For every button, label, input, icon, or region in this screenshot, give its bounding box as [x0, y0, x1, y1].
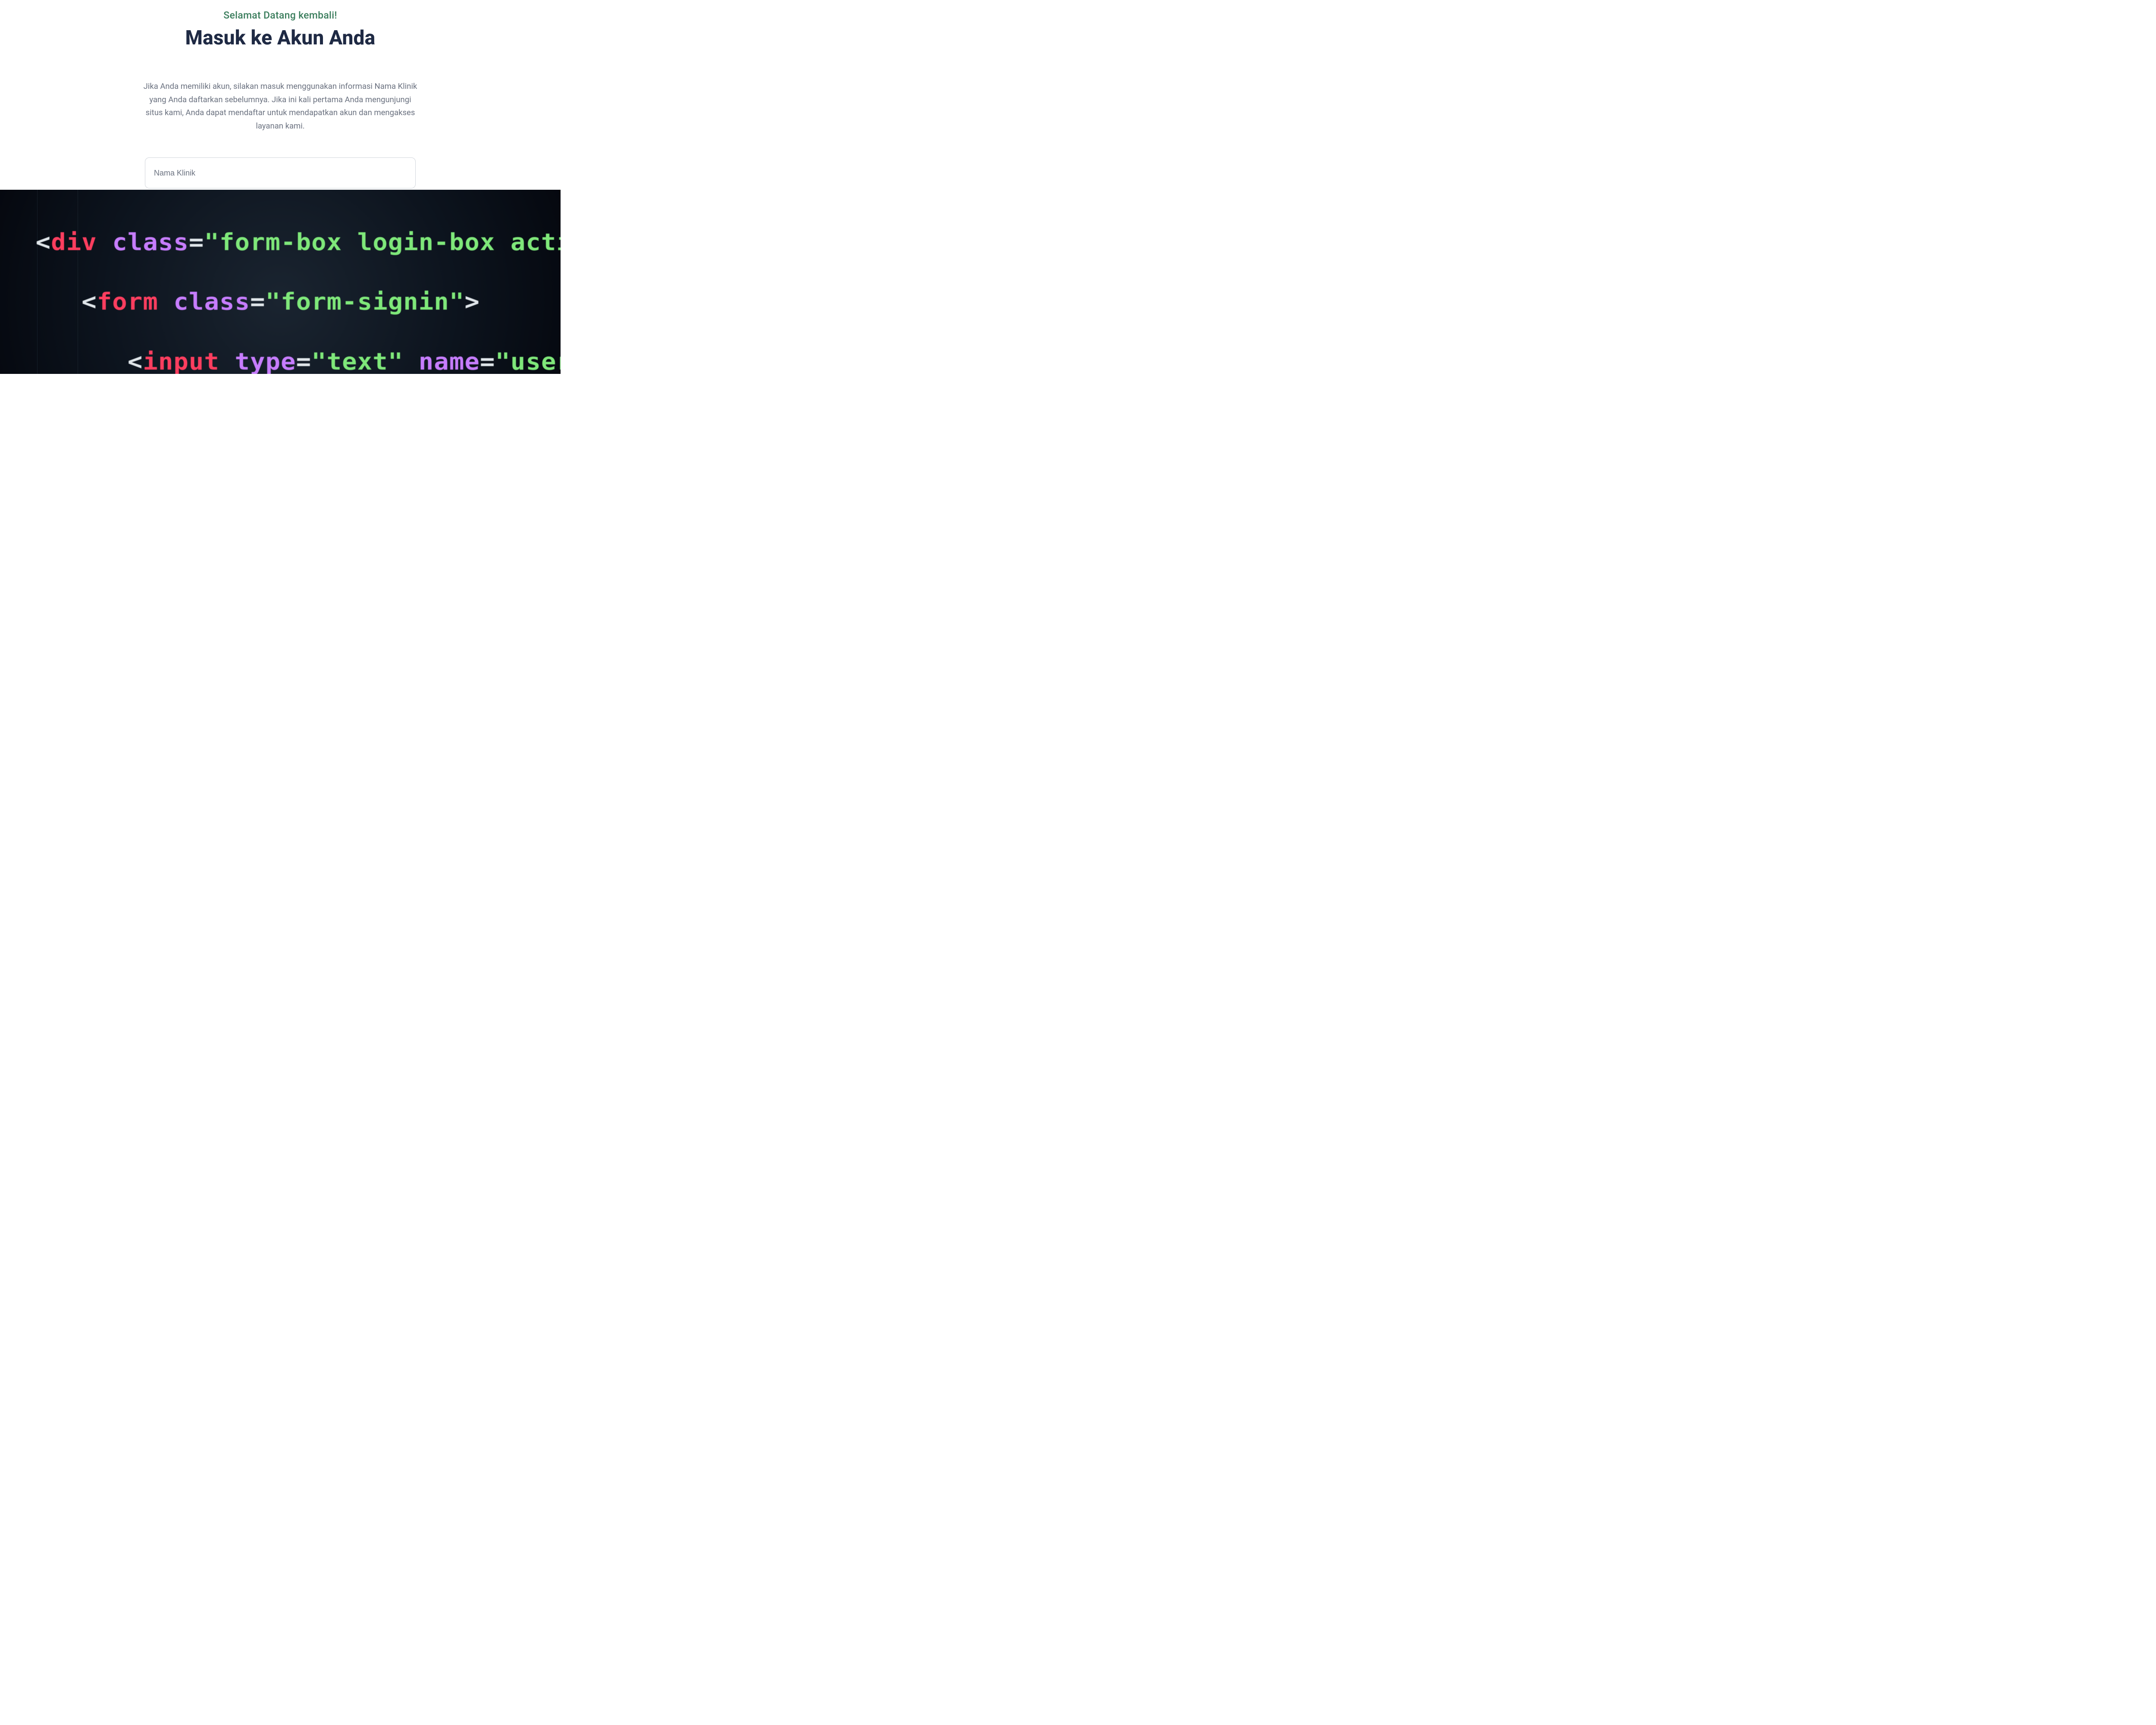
page-description: Jika Anda memiliki akun, silakan masuk m… [142, 80, 418, 132]
page-title: Masuk ke Akun Anda [185, 26, 376, 50]
login-panel: Selamat Datang kembali! Masuk ke Akun An… [0, 0, 561, 190]
code-text: <div class="form-box login-box active"> … [0, 190, 561, 374]
clinic-name-field-wrap [145, 157, 416, 188]
clinic-name-input[interactable] [145, 157, 416, 188]
decorative-code-image: <div class="form-box login-box active"> … [0, 190, 561, 374]
welcome-text: Selamat Datang kembali! [223, 9, 337, 21]
